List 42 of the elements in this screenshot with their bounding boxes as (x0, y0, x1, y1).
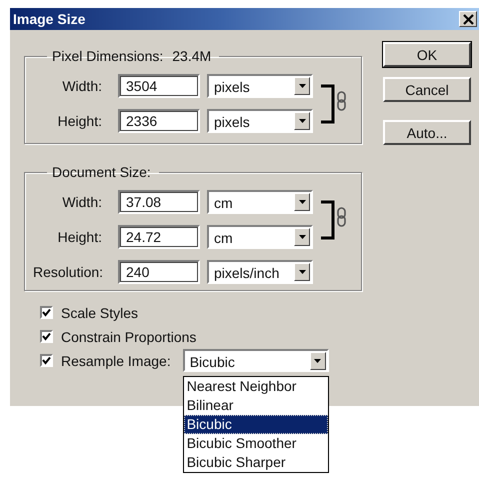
field-label: Resolution: (33, 264, 104, 280)
checkbox-label: Constrain Proportions (61, 328, 196, 344)
dropdown-option[interactable]: Bilinear (184, 396, 328, 415)
checkbox[interactable] (40, 354, 53, 367)
input-field[interactable]: 37.08 (118, 190, 200, 214)
dialog-button[interactable]: Cancel (383, 77, 471, 102)
input-field[interactable]: 3504 (118, 74, 200, 98)
input-field[interactable]: 2336 (118, 109, 200, 133)
window-title: Image Size (13, 11, 86, 27)
caret-icon (298, 270, 306, 274)
checkbox-label: Resample Image: (61, 352, 171, 368)
caret-icon (298, 200, 306, 204)
dropdown-option[interactable]: Bicubic Sharper (184, 453, 328, 472)
field-label: Width: (61, 78, 103, 94)
caret-icon (314, 358, 322, 362)
caret-icon (298, 235, 306, 239)
close-icon (462, 14, 474, 24)
checkbox-label: Scale Styles (61, 304, 138, 320)
unit-dropdown[interactable]: cm (207, 190, 313, 214)
caret-icon (298, 119, 306, 123)
unit-dropdown[interactable]: pixels (207, 74, 313, 98)
unit-dropdown[interactable]: pixels/inch (207, 260, 313, 284)
dialog-button[interactable]: OK (383, 42, 471, 67)
unit-dropdown[interactable]: cm (207, 225, 313, 249)
unit-dropdown[interactable]: pixels (207, 109, 313, 133)
field-label: Height: (56, 229, 103, 245)
field-label: Width: (61, 194, 103, 210)
close-button[interactable] (459, 11, 477, 27)
resample-dropdown[interactable]: Bicubic (182, 349, 329, 372)
dialog-button[interactable]: Auto... (383, 120, 471, 145)
group-label: Pixel Dimensions: (52, 48, 164, 64)
group-value: 23.4M (172, 48, 212, 64)
field-label: Height: (56, 113, 103, 129)
group-label: Document Size: (52, 164, 151, 180)
caret-icon (298, 84, 306, 88)
checkbox[interactable] (40, 306, 53, 319)
dropdown-option[interactable]: Bicubic Smoother (184, 434, 328, 453)
input-field[interactable]: 240 (118, 260, 200, 284)
checkbox[interactable] (40, 330, 53, 343)
dropdown-option[interactable]: Nearest Neighbor (184, 377, 328, 396)
dropdown-option[interactable]: Bicubic (184, 415, 328, 434)
input-field[interactable]: 24.72 (118, 225, 200, 249)
